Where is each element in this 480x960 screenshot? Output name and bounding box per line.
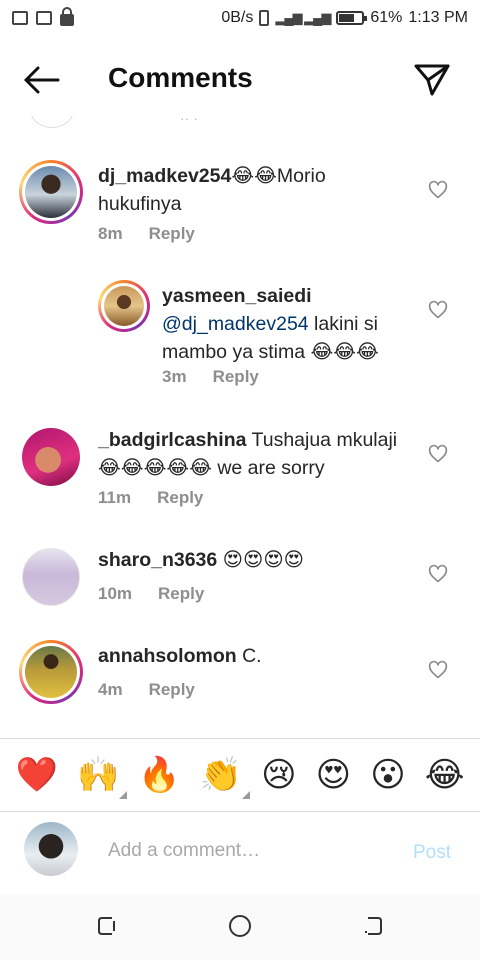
- share-button[interactable]: [412, 60, 452, 100]
- emoji-quick-bar: ❤️ 🙌 🔥 👏 😢 😍 😮 😂: [0, 738, 480, 812]
- current-user-avatar: [24, 822, 78, 876]
- like-button[interactable]: [428, 180, 448, 200]
- comment-composer: Post: [0, 812, 480, 894]
- reply-button[interactable]: Reply: [149, 680, 195, 700]
- emoji-fire-button[interactable]: 🔥: [138, 755, 180, 795]
- raised-hands-icon: 🙌: [76, 755, 120, 795]
- clock: 1:13 PM: [408, 9, 468, 26]
- comment-time: 11m: [98, 488, 132, 507]
- reply-button[interactable]: Reply: [157, 488, 203, 508]
- mention-link[interactable]: @dj_madkev254: [162, 313, 309, 335]
- home-button[interactable]: [226, 912, 254, 940]
- battery-icon: [336, 11, 368, 25]
- back-nav-button[interactable]: [358, 912, 386, 940]
- like-button[interactable]: [428, 444, 448, 464]
- home-icon: [229, 915, 251, 937]
- comment-time: 8m: [98, 224, 123, 243]
- comment-username[interactable]: sharo_n3636: [98, 549, 217, 571]
- signal-icon: ▂▄▆ ▂▄▆: [275, 10, 331, 25]
- previous-comment-fragment: ·· ·: [0, 116, 480, 130]
- comment-username[interactable]: yasmeen_saiedi: [162, 285, 312, 307]
- battery-percent: 61%: [370, 9, 403, 26]
- recent-apps-button[interactable]: [94, 912, 122, 940]
- heart-outline-icon: [428, 564, 448, 583]
- avatar[interactable]: [98, 280, 150, 332]
- lock-icon: [60, 7, 74, 26]
- avatar[interactable]: [22, 548, 80, 606]
- post-button[interactable]: Post: [413, 842, 451, 864]
- comment-time: 10m: [98, 584, 133, 603]
- like-button[interactable]: [428, 660, 448, 680]
- emoji-laugh-button[interactable]: 😂: [425, 755, 465, 795]
- send-icon: [414, 64, 450, 96]
- comment-text: 😍😍😍😍: [217, 549, 304, 571]
- heart-outline-icon: [428, 660, 448, 679]
- skin-tone-indicator: [242, 791, 251, 799]
- heart-outline-icon: [428, 300, 448, 319]
- back-arrow-icon: [24, 66, 60, 94]
- reply-button[interactable]: Reply: [158, 584, 204, 604]
- header: Comments: [0, 44, 480, 116]
- network-speed: 0B/s: [221, 9, 254, 26]
- heart-outline-icon: [428, 180, 448, 199]
- comment-username[interactable]: _badgirlcashina: [98, 429, 246, 451]
- comment-time: 3m: [162, 367, 187, 386]
- comment-time: 4m: [98, 680, 123, 699]
- comment-input[interactable]: [108, 834, 398, 868]
- like-button[interactable]: [428, 564, 448, 584]
- skin-tone-indicator: [119, 791, 128, 799]
- emoji-heart-button[interactable]: ❤️: [16, 755, 58, 795]
- image-notification-icon: [36, 11, 52, 25]
- reply-button[interactable]: Reply: [213, 367, 259, 387]
- recent-apps-icon: [98, 917, 115, 935]
- status-bar: 0B/s ▂▄▆ ▂▄▆ 61% 1:13 PM: [0, 0, 480, 36]
- back-button[interactable]: [22, 64, 62, 96]
- message-notification-icon: [12, 11, 28, 25]
- page-title: Comments: [108, 62, 253, 93]
- vibrate-icon: [259, 10, 270, 26]
- emoji-heart-eyes-button[interactable]: 😍: [316, 755, 351, 795]
- comment-text: C.: [236, 645, 262, 667]
- emoji-raised-hands-button[interactable]: 🙌: [76, 755, 128, 799]
- comment-username[interactable]: dj_madkev254: [98, 165, 231, 187]
- emoji-cry-button[interactable]: 😢: [261, 755, 296, 795]
- comment-username[interactable]: annahsolomon: [98, 645, 237, 667]
- emoji-clap-button[interactable]: 👏: [199, 755, 251, 799]
- avatar[interactable]: [19, 160, 83, 224]
- emoji-surprised-button[interactable]: 😮: [370, 755, 405, 795]
- heart-outline-icon: [428, 444, 448, 463]
- system-nav-bar: [0, 894, 480, 960]
- avatar[interactable]: [22, 428, 80, 486]
- back-nav-icon: [365, 917, 382, 935]
- avatar[interactable]: [19, 640, 83, 704]
- reply-button[interactable]: Reply: [149, 224, 195, 244]
- clap-icon: 👏: [199, 755, 243, 795]
- like-button[interactable]: [428, 300, 448, 320]
